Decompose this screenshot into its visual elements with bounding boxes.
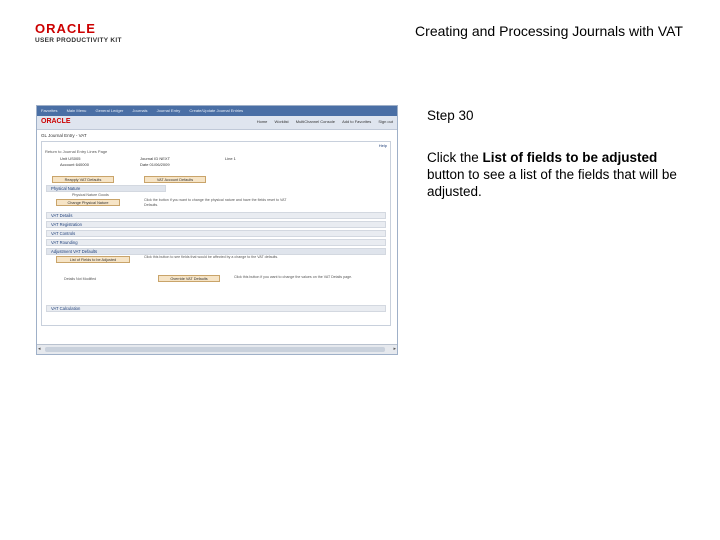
step-label: Step 30 [427, 108, 474, 123]
section-vat-registration[interactable]: VAT Registration [46, 221, 386, 228]
section-physical-nature[interactable]: Physical Nature [46, 185, 166, 192]
physical-nature-note: Click the button if you want to change t… [144, 198, 287, 207]
instruction-target: List of fields to be adjusted [482, 150, 658, 165]
help-link[interactable]: Help [379, 143, 387, 148]
upk-logo-text: USER PRODUCTIVITY KIT [35, 37, 122, 44]
menu-item-gl[interactable]: General Ledger [96, 108, 124, 113]
section-vat-calculation[interactable]: VAT Calculation [46, 305, 386, 312]
change-physical-nature-button[interactable]: Change Physical Nature [56, 199, 120, 206]
scroll-left-icon[interactable]: ◂ [38, 346, 41, 352]
scroll-right-icon[interactable]: ▸ [393, 346, 396, 352]
section-vat-details[interactable]: VAT Details [46, 212, 386, 219]
menu-item-create-update[interactable]: Create/Update Journal Entries [189, 108, 243, 113]
field-unit: Unit US005 [60, 156, 81, 161]
app-menu-bar: Favorites Main Menu General Ledger Journ… [37, 106, 397, 116]
override-note: Click this button if you want to change … [234, 275, 353, 279]
section-vat-controls[interactable]: VAT Controls [46, 230, 386, 237]
field-line: Line 1 [225, 156, 236, 161]
page-content: Help Return to Journal Entry Lines Page … [41, 141, 391, 326]
return-link[interactable]: Return to Journal Entry Lines Page [45, 149, 107, 154]
details-not-modified-label: Details Not Modified [64, 277, 97, 281]
scroll-thumb[interactable] [45, 347, 385, 352]
instruction-pre: Click the [427, 150, 483, 165]
field-account: Account 640000 [60, 162, 89, 167]
oracle-logo-text: ORACLE [35, 21, 96, 36]
nav-link-worklist[interactable]: Worklist [275, 119, 289, 124]
menu-item-journal-entry[interactable]: Journal Entry [157, 108, 181, 113]
header-fields: Unit US005 Journal ID NEXT Line 1 Accoun… [50, 156, 380, 167]
document-title: Creating and Processing Journals with VA… [415, 23, 683, 39]
menu-item-main[interactable]: Main Menu [67, 108, 87, 113]
instruction-post: button to see a list of the fields that … [427, 167, 677, 199]
section-vat-rounding[interactable]: VAT Rounding [46, 239, 386, 246]
nav-link-multichannel[interactable]: MultiChannel Console [296, 119, 335, 124]
override-vat-defaults-button[interactable]: Override VAT Defaults [158, 275, 220, 282]
physical-nature-value: Physical Nature Goods [72, 193, 109, 197]
app-nav-links: Home Worklist MultiChannel Console Add t… [251, 119, 393, 124]
app-oracle-logo: ORACLE [41, 118, 71, 125]
menu-item-journals[interactable]: Journals [132, 108, 147, 113]
step-instruction: Click the List of fields to be adjusted … [427, 149, 677, 200]
vat-account-defaults-button[interactable]: VAT Account Defaults [144, 176, 206, 183]
field-date: Date 01/06/2009 [140, 162, 170, 167]
application-screenshot: Favorites Main Menu General Ledger Journ… [36, 105, 398, 355]
list-of-fields-button[interactable]: List of Fields to be Adjusted [56, 256, 130, 263]
section-adjustment-defaults[interactable]: Adjustment VAT Defaults [46, 248, 386, 255]
horizontal-scrollbar[interactable]: ◂ ▸ [37, 344, 397, 354]
upk-logo: ORACLE USER PRODUCTIVITY KIT [35, 22, 130, 48]
menu-item-favorites[interactable]: Favorites [41, 108, 57, 113]
nav-link-home[interactable]: Home [257, 119, 268, 124]
field-journal-id: Journal ID NEXT [140, 156, 171, 161]
nav-link-favorites[interactable]: Add to Favorites [342, 119, 371, 124]
app-nav-bar: ORACLE Home Worklist MultiChannel Consol… [37, 116, 397, 130]
reapply-vat-defaults-button[interactable]: Reapply VAT Defaults [52, 176, 114, 183]
adjust-note: Click this button to see fields that wou… [144, 255, 279, 259]
nav-link-sign-out[interactable]: Sign out [378, 119, 393, 124]
page-breadcrumb: GL Journal Entry - VAT [41, 133, 87, 138]
